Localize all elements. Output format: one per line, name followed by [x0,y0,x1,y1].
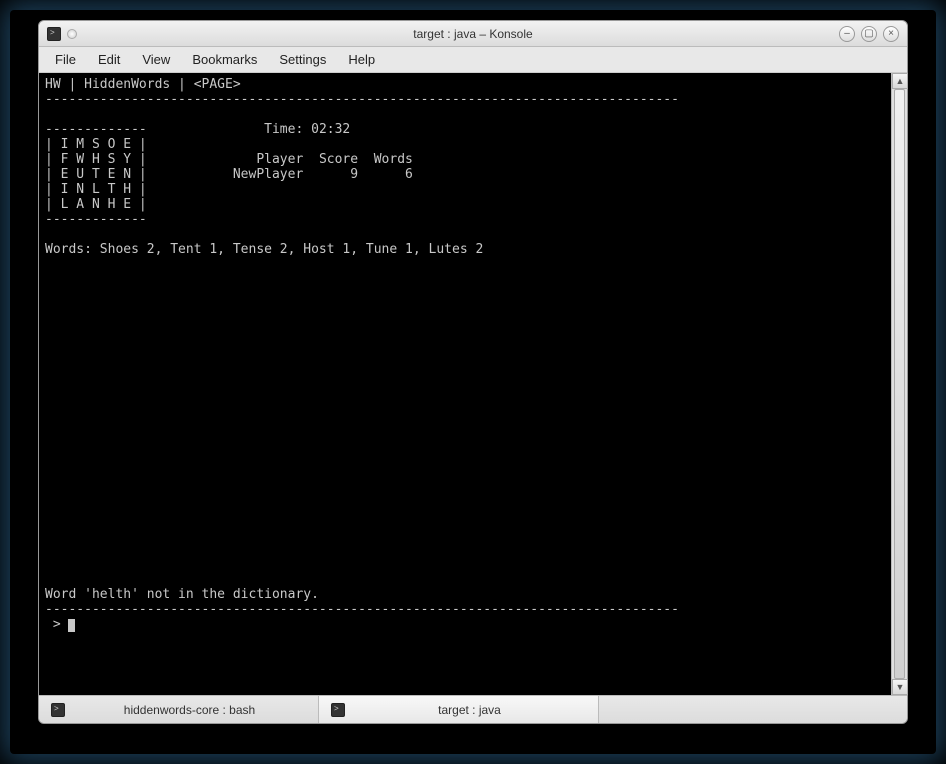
konsole-window: target : java – Konsole – ▢ × File Edit … [38,20,908,724]
term-divider: ----------------------------------------… [45,602,679,617]
board-border-top: ------------- [45,122,147,137]
app-icon [47,27,61,41]
menu-settings[interactable]: Settings [269,49,336,70]
menu-edit[interactable]: Edit [88,49,130,70]
error-line: Word 'helth' not in the dictionary. [45,587,319,602]
score-row: NewPlayer 9 6 [233,167,413,182]
menu-bookmarks[interactable]: Bookmarks [182,49,267,70]
cursor [68,619,75,632]
scrollbar[interactable]: ▲ ▼ [891,73,907,695]
window-title: target : java – Konsole [413,27,532,41]
menu-file[interactable]: File [45,49,86,70]
scroll-up-button[interactable]: ▲ [892,73,908,89]
menubar: File Edit View Bookmarks Settings Help [39,47,907,73]
tab-hiddenwords-bash[interactable]: hiddenwords-core : bash [39,696,319,723]
board-row: | I N L T H | [45,182,147,197]
time-label: Time: 02:32 [264,122,350,137]
scroll-down-button[interactable]: ▼ [892,679,908,695]
window-menu-icon[interactable] [67,29,77,39]
term-divider: ----------------------------------------… [45,92,679,107]
tab-target-java[interactable]: target : java [319,696,599,723]
board-row: | E U T E N | [45,167,147,182]
board-row: | L A N H E | [45,197,147,212]
maximize-button[interactable]: ▢ [861,26,877,42]
tab-label: hiddenwords-core : bash [73,703,306,717]
score-header: Player Score Words [256,152,413,167]
terminal[interactable]: HW | HiddenWords | <PAGE> --------------… [39,73,891,695]
menu-help[interactable]: Help [338,49,385,70]
terminal-icon [51,703,65,717]
titlebar[interactable]: target : java – Konsole – ▢ × [39,21,907,47]
tabbar: hiddenwords-core : bash target : java [39,695,907,723]
term-header: HW | HiddenWords | <PAGE> [45,77,241,92]
tab-label: target : java [353,703,586,717]
words-line: Words: Shoes 2, Tent 1, Tense 2, Host 1,… [45,242,483,257]
terminal-icon [331,703,345,717]
scroll-thumb[interactable] [894,89,905,679]
prompt: > [45,617,68,632]
menu-view[interactable]: View [132,49,180,70]
board-row: | I M S O E | [45,137,147,152]
minimize-button[interactable]: – [839,26,855,42]
terminal-area: HW | HiddenWords | <PAGE> --------------… [39,73,907,695]
board-row: | F W H S Y | [45,152,147,167]
close-button[interactable]: × [883,26,899,42]
board-border-bottom: ------------- [45,212,147,227]
